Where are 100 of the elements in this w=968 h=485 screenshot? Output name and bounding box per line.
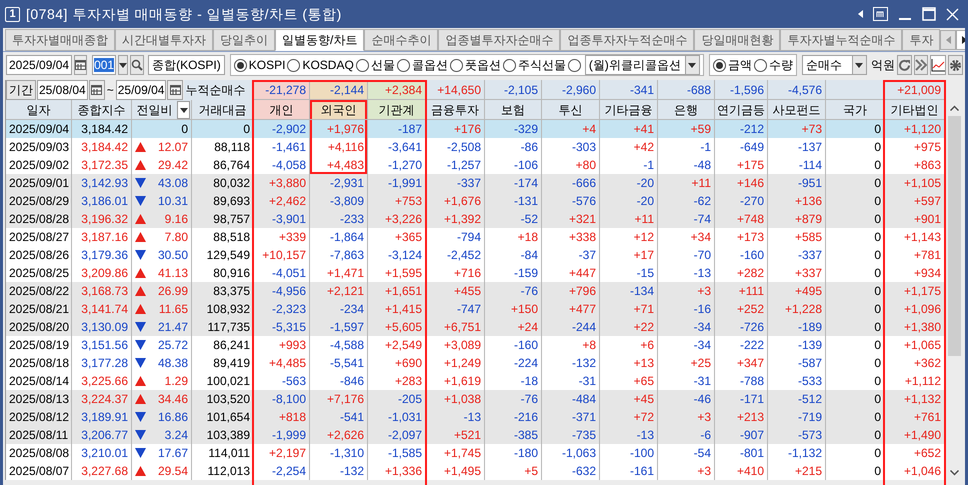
radio-label[interactable]: KOSDAQ (302, 56, 354, 74)
tab[interactable]: 당일추이 (213, 29, 275, 51)
tab[interactable]: 투자자별누적순매수 (780, 29, 902, 51)
table-cell: 117,735 (192, 318, 254, 336)
market-name-field[interactable]: 종합(KOSPI) (148, 55, 225, 75)
tab[interactable]: 시간대별투자자 (115, 29, 213, 51)
radio-button[interactable] (356, 58, 369, 72)
caret-icon (180, 108, 188, 112)
column-header[interactable]: 외국인 (310, 100, 368, 120)
table-cell[interactable]: 2025/08/21 (6, 300, 72, 318)
tab[interactable]: 업종별투자자순매수 (438, 29, 560, 51)
table-cell[interactable]: 2025/08/11 (6, 426, 72, 444)
table-cell: -1,999 (254, 426, 310, 444)
date-field[interactable]: 2025/09/04 (6, 55, 72, 75)
window-number-badge: 1 (5, 6, 20, 22)
table-cell: -13 (426, 408, 485, 426)
calendar-button[interactable] (167, 80, 184, 100)
calendar-button[interactable] (74, 55, 88, 75)
tab[interactable]: 투자 (902, 29, 940, 51)
maximize-icon[interactable] (922, 7, 936, 21)
column-header[interactable]: 보험 (485, 100, 542, 120)
code-dropdown-button[interactable] (118, 55, 128, 75)
table-cell[interactable]: 2025/09/04 (6, 120, 72, 138)
table-cell: -234 (310, 300, 368, 318)
collapse-icon[interactable] (858, 10, 863, 18)
radio-button[interactable] (502, 58, 516, 72)
column-header[interactable]: 개인 (254, 100, 310, 120)
end-date-field[interactable]: 25/09/04 (116, 80, 166, 100)
table-cell[interactable]: 2025/08/29 (6, 192, 72, 210)
radio-label[interactable]: 콜옵션 (412, 56, 448, 74)
caret-icon (855, 62, 864, 68)
radio-button[interactable] (287, 58, 300, 72)
code-field[interactable]: 001 (92, 55, 116, 75)
scroll-up-icon[interactable] (950, 105, 958, 111)
scrollbar-thumb[interactable] (948, 116, 960, 356)
refresh-button[interactable] (896, 55, 912, 75)
scroll-down-icon[interactable] (950, 470, 958, 476)
double-chevron-icon (914, 59, 927, 71)
column-header[interactable]: 종합지수 (72, 100, 132, 120)
table-cell[interactable]: 2025/08/22 (6, 282, 72, 300)
tab[interactable]: 업종투자자누적순매수 (560, 29, 694, 51)
search-button[interactable] (130, 55, 144, 75)
table-cell: -484 (542, 390, 600, 408)
table-cell: +4,116 (310, 138, 368, 156)
weekly-option-dropdown[interactable]: (월)위클리콜옵션 (584, 55, 700, 75)
table-cell[interactable]: 2025/08/12 (6, 408, 72, 426)
column-header[interactable]: 기관계 (368, 100, 426, 120)
period-button[interactable]: 기간 (6, 80, 36, 100)
column-header[interactable]: 기타금융 (600, 100, 658, 120)
close-icon[interactable] (946, 8, 959, 20)
table-cell: 3,142.93 (72, 174, 132, 192)
table-cell[interactable]: 2025/08/28 (6, 210, 72, 228)
calendar-button[interactable] (88, 80, 105, 100)
column-header[interactable]: 국가 (826, 100, 885, 120)
trade-type-dropdown[interactable]: 순매수 (802, 55, 867, 75)
radio-label[interactable]: KOSPI (248, 56, 286, 74)
column-header[interactable]: 투신 (542, 100, 600, 120)
column-header[interactable]: 사모펀드 (768, 100, 826, 120)
table-cell: -2,097 (368, 426, 426, 444)
table-cell[interactable]: 2025/08/13 (6, 390, 72, 408)
radio-label[interactable]: 수량 (768, 56, 793, 74)
radio-button[interactable] (754, 58, 767, 72)
table-cell: 0 (826, 282, 885, 300)
radio-button[interactable] (712, 58, 726, 72)
table-cell-text: 21.47 (158, 319, 188, 336)
column-header[interactable]: 거래대금 (192, 100, 254, 120)
radio-button[interactable] (396, 58, 410, 72)
column-header[interactable]: 금융투자 (426, 100, 485, 120)
column-header[interactable]: 기타법인 (885, 100, 945, 120)
column-header[interactable]: 은행 (658, 100, 715, 120)
table-cell-text: 11.65 (158, 301, 188, 318)
settings-button[interactable] (948, 55, 963, 75)
chart-button[interactable] (930, 55, 946, 75)
column-header[interactable]: 연기금등 (715, 100, 768, 120)
radio-label[interactable]: 금액 (728, 56, 752, 74)
expand-button[interactable] (914, 55, 928, 75)
table-cell[interactable]: 2025/08/20 (6, 318, 72, 336)
radio-label[interactable]: 풋옵션 (464, 56, 501, 74)
m-box-icon[interactable] (873, 7, 888, 21)
table-cell: -174 (485, 174, 542, 192)
table-cell: -2,931 (310, 174, 368, 192)
table-cell-text: 10.31 (158, 193, 188, 210)
radio-label[interactable]: 주식선물 (518, 56, 566, 74)
table-cell[interactable]: 2025/09/01 (6, 174, 72, 192)
table-cell: +4,483 (310, 156, 368, 174)
table-cell: -385 (485, 426, 542, 444)
radio-label[interactable]: 선물 (370, 56, 395, 74)
table-cell: -216 (485, 408, 542, 426)
tab[interactable]: 순매수추이 (364, 29, 438, 51)
table-cell: 3,224.37 (72, 390, 132, 408)
radio-button[interactable] (568, 58, 581, 72)
radio-button[interactable] (450, 58, 463, 72)
tab[interactable]: 일별동향/차트 (275, 29, 364, 51)
radio-button[interactable] (234, 58, 247, 72)
start-date-field[interactable]: 25/08/04 (37, 80, 88, 100)
table-cell: -1,031 (368, 408, 426, 426)
column-header[interactable]: 일자 (6, 100, 72, 120)
tab[interactable]: 당일매매현황 (694, 29, 780, 51)
tab[interactable]: 투자자별매매종합 (5, 29, 115, 51)
sort-dropdown-button[interactable] (177, 101, 190, 119)
